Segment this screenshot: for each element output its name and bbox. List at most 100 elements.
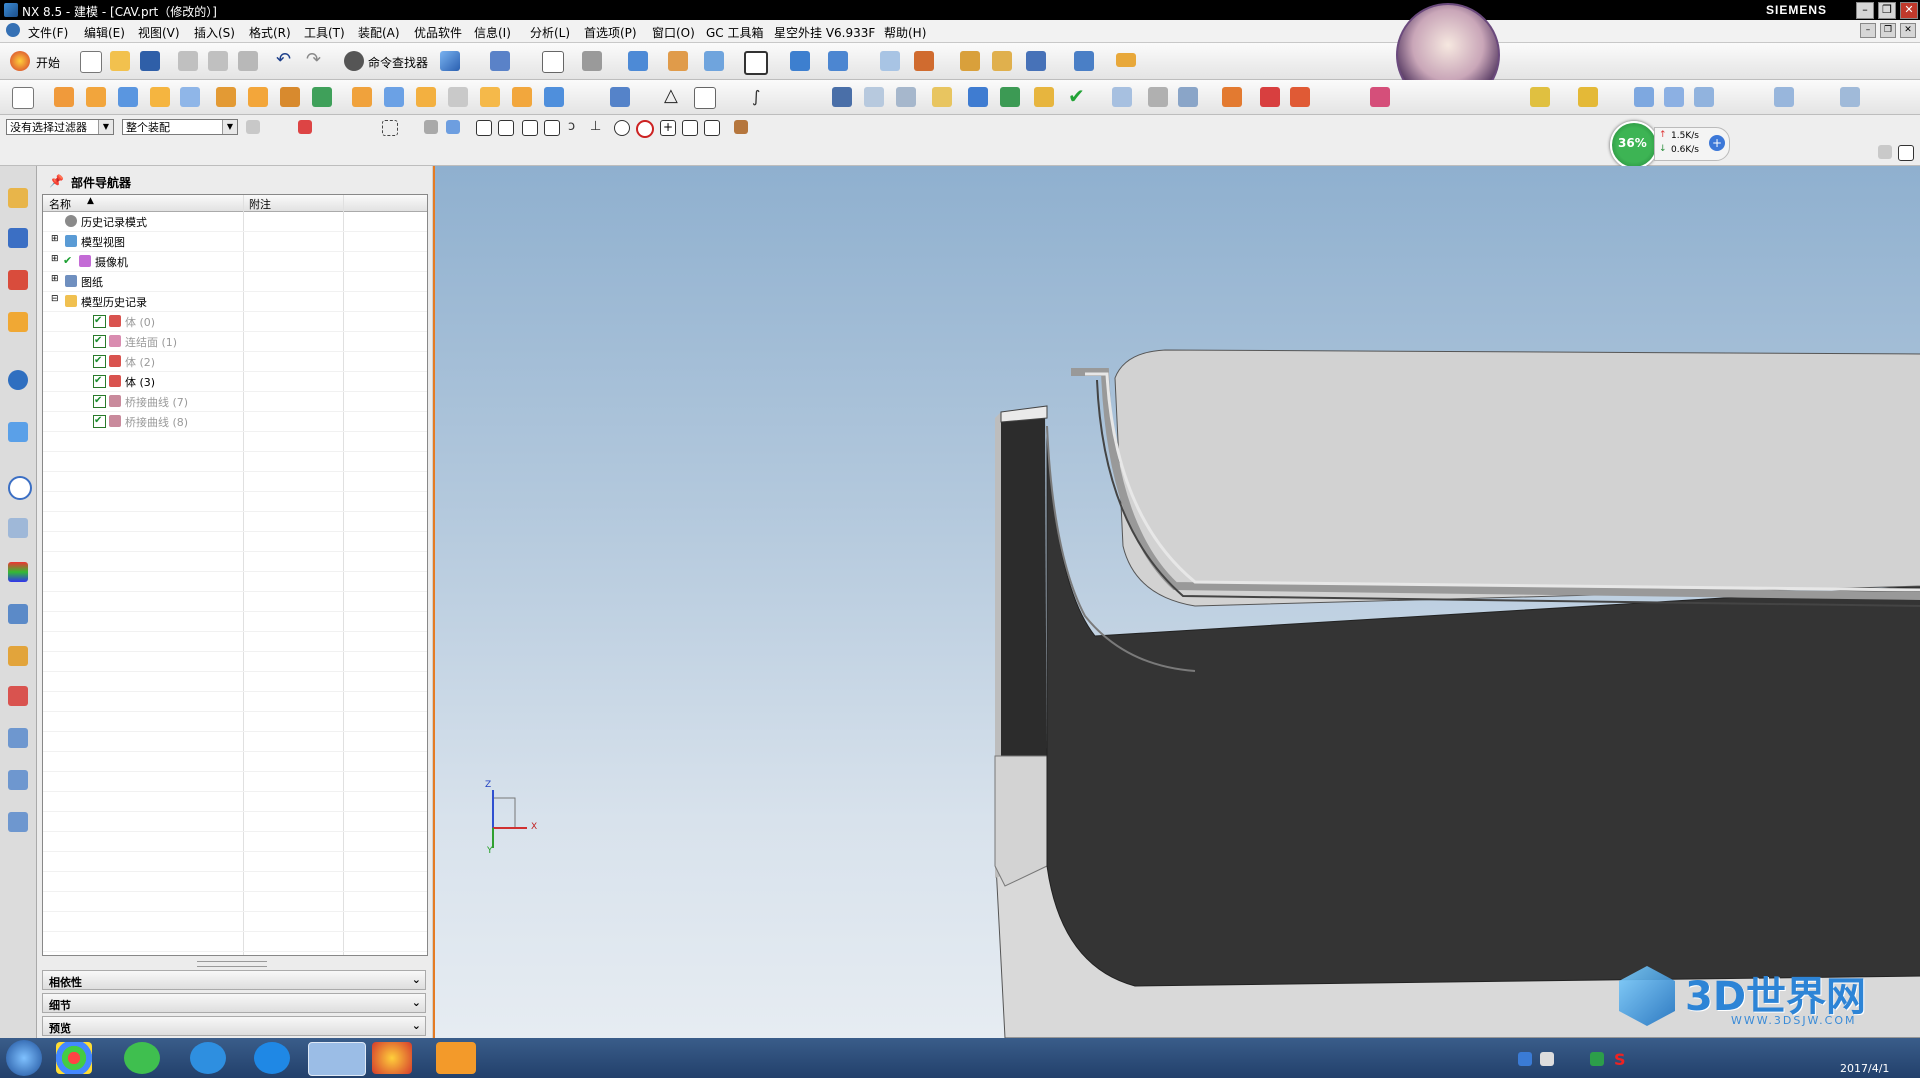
taskbar-date[interactable]: 2017/4/1 <box>1840 1062 1889 1075</box>
menu-preferences[interactable]: 首选项(P) <box>584 24 637 41</box>
grid-analysis-icon[interactable] <box>1112 87 1132 107</box>
taskbar-nx2-icon[interactable] <box>372 1042 412 1074</box>
part-cube-icon[interactable] <box>440 51 460 71</box>
ejector-icon[interactable] <box>1578 87 1598 107</box>
tree-node[interactable]: ✔ 桥接曲线 (8) <box>43 411 427 432</box>
maximize-button[interactable]: ❐ <box>1878 2 1896 19</box>
mold-wizard-icon[interactable] <box>1148 87 1168 107</box>
grid-icon[interactable] <box>880 51 900 71</box>
process-studio-icon[interactable] <box>8 562 28 582</box>
thicken-icon[interactable] <box>480 87 500 107</box>
section-icon[interactable] <box>704 51 724 71</box>
chamfer-icon[interactable] <box>384 87 404 107</box>
new-file-icon[interactable] <box>80 51 102 73</box>
boss-icon[interactable] <box>150 87 170 107</box>
tree-node[interactable]: ✔ 桥接曲线 (7) <box>43 391 427 412</box>
menu-star-plugin[interactable]: 星空外挂 V6.933F <box>774 24 875 41</box>
snap-icon[interactable] <box>960 51 980 71</box>
expand-icon[interactable]: ⊞ <box>51 274 59 284</box>
details-panel[interactable]: 细节 ⌄ <box>42 993 426 1013</box>
point-on-curve-icon[interactable] <box>682 120 698 136</box>
menu-view[interactable]: 视图(V) <box>138 24 180 41</box>
pocket-icon[interactable] <box>180 87 200 107</box>
display-mode-icon[interactable] <box>744 51 768 75</box>
endpoint-snap-icon[interactable] <box>476 120 492 136</box>
taskbar-app-7-icon[interactable] <box>436 1042 476 1074</box>
menu-tools[interactable]: 工具(T) <box>304 24 345 41</box>
extrude-icon[interactable] <box>54 87 74 107</box>
mold-cavity-icon[interactable] <box>1260 87 1280 107</box>
offset-face-icon[interactable] <box>248 87 268 107</box>
column-notes-header[interactable]: 附注 <box>249 196 271 212</box>
redo-icon[interactable]: ↷ <box>306 51 326 71</box>
doc-close-button[interactable]: ✕ <box>1900 23 1916 38</box>
roles-icon[interactable] <box>8 646 28 666</box>
curve-analysis-icon[interactable] <box>1026 51 1046 71</box>
csys-icon[interactable] <box>1178 87 1198 107</box>
history-icon[interactable] <box>8 476 32 500</box>
menu-youpin-software[interactable]: 优品软件 <box>414 24 462 41</box>
taskbar-ie-icon[interactable] <box>254 1042 290 1074</box>
ruler-icon[interactable] <box>1116 53 1136 67</box>
assembly-icon[interactable] <box>932 87 952 107</box>
draft-icon[interactable] <box>416 87 436 107</box>
visibility-checkbox[interactable]: ✔ <box>93 315 106 328</box>
quadrant-snap-icon[interactable] <box>636 120 654 138</box>
snap-settings-icon[interactable] <box>734 120 748 134</box>
menu-assembly[interactable]: 装配(A) <box>358 24 400 41</box>
sketch-icon[interactable] <box>12 87 34 109</box>
web-browser-icon[interactable] <box>8 422 28 442</box>
select-body-icon[interactable] <box>424 120 438 134</box>
move-object-icon[interactable] <box>828 51 848 71</box>
hole-icon[interactable] <box>118 87 138 107</box>
analysis-icon[interactable] <box>992 51 1012 71</box>
visibility-checkbox[interactable]: ✔ <box>93 415 106 428</box>
parting-icon[interactable] <box>1370 87 1390 107</box>
explode-icon[interactable] <box>1034 87 1054 107</box>
perpendicular-snap-icon[interactable]: ⊥ <box>590 120 604 134</box>
tray-volume-icon[interactable] <box>1590 1052 1604 1066</box>
menu-analysis[interactable]: 分析(L) <box>530 24 570 41</box>
subtract-icon[interactable] <box>312 87 332 107</box>
visibility-checkbox[interactable]: ✔ <box>93 335 106 348</box>
visibility-checkbox[interactable]: ✔ <box>93 355 106 368</box>
orient-view-icon[interactable] <box>628 51 648 71</box>
tray-s-icon[interactable]: S <box>1614 1050 1626 1069</box>
tree-node[interactable]: ✔ 体 (2) <box>43 351 427 372</box>
selection-tool-icon[interactable] <box>490 51 510 71</box>
blend-icon[interactable] <box>352 87 372 107</box>
surface-icon[interactable] <box>1634 87 1654 107</box>
select-feature-icon[interactable] <box>246 120 260 134</box>
datum-icon[interactable] <box>610 87 630 107</box>
preview-panel[interactable]: 预览 ⌄ <box>42 1016 426 1036</box>
menu-edit[interactable]: 编辑(E) <box>84 24 125 41</box>
taskbar-app-2-icon[interactable] <box>124 1042 160 1074</box>
tree-node[interactable]: ✔ 体 (0) <box>43 311 427 332</box>
constraint-navigator-icon[interactable] <box>8 228 28 248</box>
start-orb-icon[interactable] <box>6 1040 42 1076</box>
expand-icon[interactable]: ⊞ <box>51 234 59 244</box>
shell-icon[interactable] <box>448 87 468 107</box>
menu-file[interactable]: 文件(F) <box>28 24 68 41</box>
column-name-header[interactable]: 名称 <box>49 196 71 212</box>
palette-icon-1[interactable] <box>8 728 28 748</box>
app-menu-icon[interactable] <box>6 23 20 37</box>
tree-node[interactable]: 历史记录模式 <box>43 211 427 232</box>
selection-scope-select[interactable]: 整个装配 ▼ <box>122 119 238 135</box>
doc-restore-button[interactable]: ❐ <box>1880 23 1896 38</box>
component-icon[interactable] <box>1000 87 1020 107</box>
tree-node[interactable]: ✔ 体 (3) <box>43 371 427 392</box>
system-materials-icon[interactable] <box>8 518 28 538</box>
tree-node[interactable]: ⊞ 图纸 <box>43 271 427 292</box>
visibility-checkbox[interactable]: ✔ <box>93 375 106 388</box>
menu-help[interactable]: 帮助(H) <box>884 24 926 41</box>
measure-icon[interactable] <box>914 51 934 71</box>
tree-node[interactable]: ⊟ 模型历史记录 <box>43 291 427 312</box>
snap-point-icon[interactable] <box>298 120 312 134</box>
wcs-icon[interactable] <box>790 51 810 71</box>
assembly-navigator-icon[interactable] <box>8 188 28 208</box>
select-face-icon[interactable] <box>446 120 460 134</box>
close-button[interactable]: ✕ <box>1900 2 1918 19</box>
mold-tool-icon[interactable] <box>1530 87 1550 107</box>
system-scene-icon[interactable] <box>8 686 28 706</box>
